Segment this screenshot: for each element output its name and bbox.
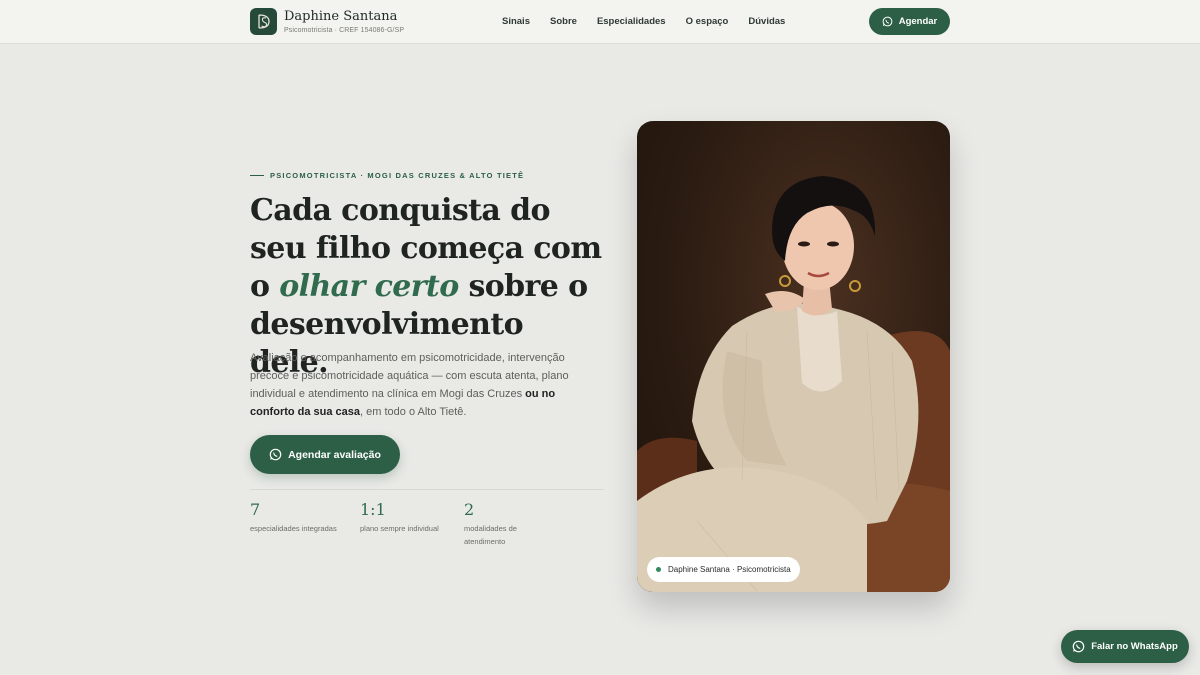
whatsapp-icon — [269, 448, 282, 461]
stat-value: 2 — [464, 500, 475, 519]
hero-eyebrow: PSICOMOTRICISTA · MOGI DAS CRUZES & ALTO… — [250, 171, 524, 180]
stat-value: 1:1 — [360, 500, 386, 519]
header-schedule-button[interactable]: Agendar — [869, 8, 950, 35]
schedule-evaluation-button[interactable]: Agendar avaliação — [250, 435, 400, 474]
main-nav: Sinais Sobre Especialidades O espaço Dúv… — [502, 16, 805, 27]
portrait-photo: Daphine Santana · Psicomotricista — [637, 121, 950, 592]
site-header: Daphine Santana Psicomotricista · CREF 1… — [0, 0, 1200, 44]
floating-whatsapp-button[interactable]: Falar no WhatsApp — [1061, 630, 1189, 663]
header-schedule-label: Agendar — [898, 16, 938, 27]
stat-label: modalidades de atendimento — [464, 524, 517, 546]
stat-label: plano sempre individual — [360, 524, 439, 533]
headline-accent: olhar certo — [279, 269, 459, 304]
stat-individual-plan: 1:1 plano sempre individual — [360, 500, 460, 535]
stat-value: 7 — [250, 500, 261, 519]
schedule-evaluation-label: Agendar avaliação — [288, 448, 381, 461]
hero-description: Avaliação e acompanhamento em psicomotri… — [250, 349, 590, 421]
photo-badge-label: Daphine Santana · Psicomotricista — [668, 565, 791, 574]
stat-label: especialidades integradas — [250, 524, 337, 533]
nav-item-sobre[interactable]: Sobre — [550, 16, 577, 27]
nav-item-especialidades[interactable]: Especialidades — [597, 16, 666, 27]
eyebrow-line — [250, 175, 264, 176]
brand-subtitle: Psicomotricista · CREF 154086-G/SP — [284, 27, 405, 34]
stat-specialties: 7 especialidades integradas — [250, 500, 350, 535]
description-part2: , em todo o Alto Tietê. — [360, 406, 467, 418]
eyebrow-text: PSICOMOTRICISTA · MOGI DAS CRUZES & ALTO… — [270, 171, 525, 180]
status-dot — [656, 567, 661, 572]
brand[interactable]: Daphine Santana Psicomotricista · CREF 1… — [250, 8, 404, 35]
floating-whatsapp-label: Falar no WhatsApp — [1091, 641, 1178, 652]
whatsapp-icon — [882, 16, 893, 27]
stats-divider — [250, 489, 604, 490]
whatsapp-icon — [1072, 640, 1085, 653]
photo-badge: Daphine Santana · Psicomotricista — [647, 557, 800, 582]
description-part1: Avaliação e acompanhamento em psicomotri… — [250, 352, 569, 400]
nav-item-duvidas[interactable]: Dúvidas — [748, 16, 785, 27]
stat-modalities: 2 modalidades de atendimento — [464, 500, 539, 548]
nav-item-o-espaco[interactable]: O espaço — [686, 16, 729, 27]
nav-item-sinais[interactable]: Sinais — [502, 16, 530, 27]
brand-name: Daphine Santana — [284, 9, 398, 24]
portrait-illustration — [637, 176, 950, 592]
logo-icon — [250, 8, 277, 35]
